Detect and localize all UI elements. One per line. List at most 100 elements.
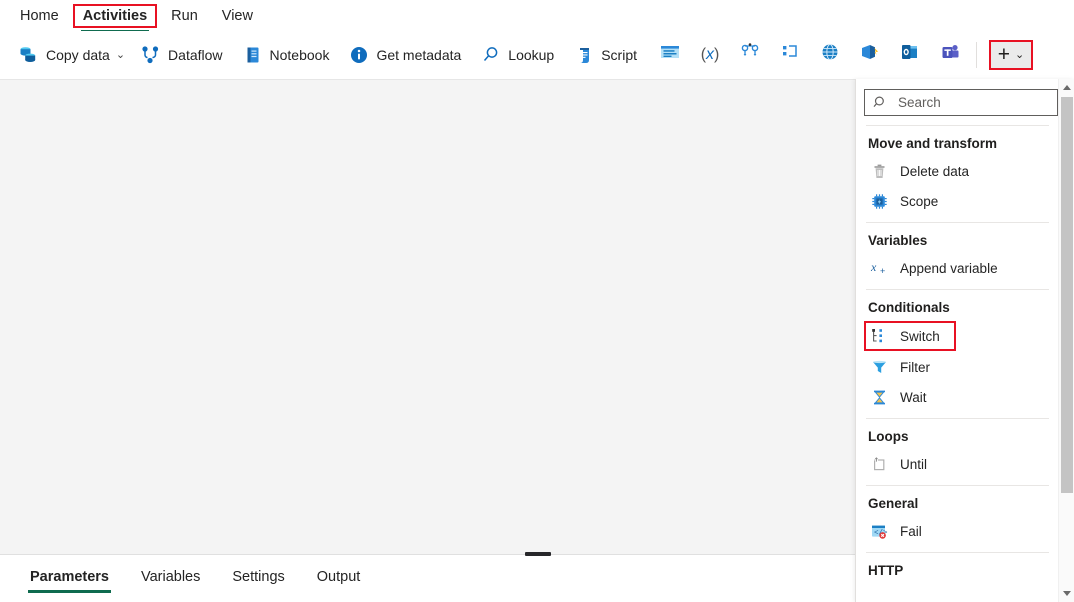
- group-title-variables: Variables: [864, 230, 1051, 254]
- fail-icon: </>: [868, 521, 890, 541]
- flyout-item-until[interactable]: Until: [864, 450, 1051, 478]
- switch-activity-icon: [739, 42, 761, 67]
- divider: [866, 125, 1049, 126]
- ribbon-icon-outlook[interactable]: [893, 38, 927, 72]
- web-activity-icon: [820, 42, 840, 67]
- filter-icon: [868, 357, 890, 377]
- tab-output[interactable]: Output: [305, 563, 373, 595]
- stored-procedure-icon: [659, 42, 681, 67]
- notebook-icon: [243, 45, 263, 65]
- ribbon-icon-switch-activity[interactable]: [733, 38, 767, 72]
- trash-icon: [868, 161, 890, 181]
- divider: [866, 222, 1049, 223]
- ribbon-icon-until-loop[interactable]: [773, 38, 807, 72]
- ribbon-button-lookup[interactable]: Lookup: [474, 38, 565, 72]
- tab-variables[interactable]: Variables: [129, 563, 212, 595]
- until-loop-icon: [780, 42, 800, 67]
- scrollbar-thumb[interactable]: [1061, 97, 1073, 493]
- flyout-item-delete-data[interactable]: Delete data: [864, 157, 1051, 185]
- ribbon-icon-stored-procedure[interactable]: [653, 38, 687, 72]
- tab-parameters[interactable]: Parameters: [18, 563, 121, 595]
- script-icon: [574, 45, 594, 65]
- menu-item-home-label: Home: [20, 8, 59, 24]
- until-icon: [868, 454, 890, 474]
- menu-item-run[interactable]: Run: [161, 4, 208, 28]
- group-title-general: General: [864, 493, 1051, 517]
- chevron-down-icon: ⌄: [1015, 48, 1024, 61]
- ribbon-icon-web-activity[interactable]: [813, 38, 847, 72]
- flyout-item-scope[interactable]: Scope: [864, 187, 1051, 215]
- append-variable-icon: x +: [868, 258, 890, 278]
- flyout-item-wait[interactable]: Wait: [864, 383, 1051, 411]
- ribbon-icon-azure-function[interactable]: [853, 38, 887, 72]
- scope-chip-icon: [868, 191, 890, 211]
- outlook-icon: [900, 42, 920, 67]
- dataflow-icon: [141, 45, 161, 65]
- tab-parameters-label: Parameters: [30, 569, 109, 585]
- top-menu-bar: Home Activities Run View: [0, 0, 1074, 31]
- divider: [866, 552, 1049, 553]
- ribbon-button-notebook-label: Notebook: [270, 47, 330, 63]
- ribbon-button-copy-data[interactable]: Copy data ⌄: [10, 38, 132, 72]
- flyout-content: Move and transform Delete data: [856, 79, 1059, 602]
- plus-icon: +: [998, 44, 1010, 65]
- add-activity-button[interactable]: + ⌄: [989, 40, 1033, 70]
- ribbon-button-get-metadata-label: Get metadata: [376, 47, 461, 63]
- svg-text:x: x: [870, 260, 877, 274]
- ribbon-icon-teams[interactable]: [933, 38, 967, 72]
- tab-variables-label: Variables: [141, 569, 200, 585]
- activity-search-box[interactable]: [864, 89, 1058, 116]
- group-title-loops: Loops: [864, 426, 1051, 450]
- ribbon-button-dataflow[interactable]: Dataflow: [134, 38, 233, 72]
- tab-settings-label: Settings: [232, 569, 284, 585]
- switch-icon: [868, 326, 890, 346]
- add-activity-flyout-panel: Move and transform Delete data: [855, 79, 1074, 602]
- teams-icon: [940, 42, 960, 67]
- divider: [866, 289, 1049, 290]
- activities-ribbon-toolbar: Copy data ⌄ Dataflow: [0, 31, 1074, 79]
- copy-data-icon: [17, 44, 39, 66]
- magnifier-icon: [481, 45, 501, 65]
- ribbon-icon-set-variable[interactable]: (x): [693, 38, 727, 72]
- flyout-item-fail[interactable]: </> Fail: [864, 517, 1051, 545]
- scroll-up-arrow-icon[interactable]: [1059, 79, 1074, 96]
- flyout-item-until-label: Until: [900, 457, 927, 472]
- toolbar-divider: [976, 42, 977, 68]
- flyout-item-append-variable[interactable]: x + Append variable: [864, 254, 1051, 282]
- flyout-scrollbar[interactable]: [1058, 79, 1074, 602]
- menu-item-run-label: Run: [171, 8, 198, 24]
- menu-item-view[interactable]: View: [212, 4, 263, 28]
- set-variable-icon: (x): [701, 46, 720, 64]
- flyout-item-wait-label: Wait: [900, 390, 927, 405]
- flyout-item-filter[interactable]: Filter: [864, 353, 1051, 381]
- tab-output-label: Output: [317, 569, 361, 585]
- chevron-down-icon[interactable]: ⌄: [116, 48, 125, 61]
- tab-settings[interactable]: Settings: [220, 563, 296, 595]
- menu-item-home[interactable]: Home: [10, 4, 69, 28]
- ribbon-button-dataflow-label: Dataflow: [168, 47, 222, 63]
- flyout-item-fail-label: Fail: [900, 524, 922, 539]
- flyout-item-delete-data-label: Delete data: [900, 164, 969, 179]
- ribbon-button-script-label: Script: [601, 47, 637, 63]
- svg-text:+: +: [880, 266, 885, 276]
- search-input[interactable]: [896, 94, 1049, 111]
- divider: [866, 418, 1049, 419]
- divider: [866, 485, 1049, 486]
- menu-item-activities[interactable]: Activities: [73, 4, 157, 28]
- flyout-item-append-variable-label: Append variable: [900, 261, 998, 276]
- scroll-down-arrow-icon[interactable]: [1059, 585, 1074, 602]
- azure-function-icon: [859, 42, 881, 67]
- ribbon-button-script[interactable]: Script: [567, 38, 648, 72]
- group-title-conditionals: Conditionals: [864, 297, 1051, 321]
- info-icon: [349, 45, 369, 65]
- menu-item-view-label: View: [222, 8, 253, 24]
- hourglass-icon: [868, 387, 890, 407]
- ribbon-button-get-metadata[interactable]: Get metadata: [342, 38, 472, 72]
- flyout-item-filter-label: Filter: [900, 360, 930, 375]
- group-title-move-and-transform: Move and transform: [864, 133, 1051, 157]
- flyout-item-switch[interactable]: Switch: [864, 321, 956, 351]
- group-title-http: HTTP: [864, 560, 1051, 584]
- menu-item-activities-label: Activities: [83, 8, 147, 24]
- pipeline-editor-window: Home Activities Run View: [0, 0, 1074, 602]
- ribbon-button-notebook[interactable]: Notebook: [236, 38, 341, 72]
